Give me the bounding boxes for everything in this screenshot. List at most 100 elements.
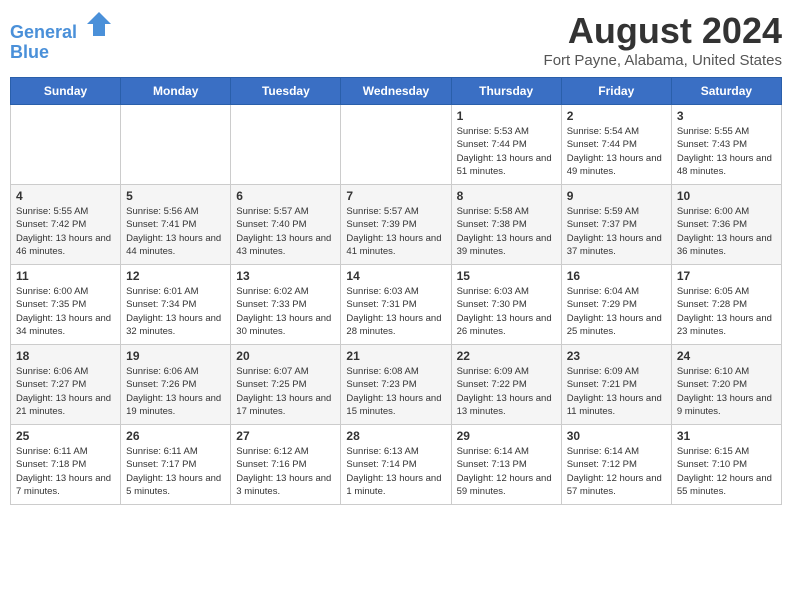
- day-cell: [11, 105, 121, 185]
- day-number: 5: [126, 189, 225, 203]
- day-number: 27: [236, 429, 335, 443]
- day-number: 22: [457, 349, 556, 363]
- day-number: 25: [16, 429, 115, 443]
- day-header-thursday: Thursday: [451, 78, 561, 105]
- day-info: Sunrise: 6:12 AM Sunset: 7:16 PM Dayligh…: [236, 445, 335, 498]
- day-header-sunday: Sunday: [11, 78, 121, 105]
- day-info: Sunrise: 6:09 AM Sunset: 7:21 PM Dayligh…: [567, 365, 666, 418]
- day-number: 1: [457, 109, 556, 123]
- day-info: Sunrise: 6:14 AM Sunset: 7:13 PM Dayligh…: [457, 445, 556, 498]
- day-info: Sunrise: 6:11 AM Sunset: 7:17 PM Dayligh…: [126, 445, 225, 498]
- day-number: 24: [677, 349, 776, 363]
- day-info: Sunrise: 6:05 AM Sunset: 7:28 PM Dayligh…: [677, 285, 776, 338]
- page-header: General Blue August 2024 Fort Payne, Ala…: [10, 10, 782, 69]
- day-number: 15: [457, 269, 556, 283]
- day-number: 31: [677, 429, 776, 443]
- day-info: Sunrise: 5:57 AM Sunset: 7:40 PM Dayligh…: [236, 205, 335, 258]
- day-number: 16: [567, 269, 666, 283]
- day-cell: 23 Sunrise: 6:09 AM Sunset: 7:21 PM Dayli…: [561, 345, 671, 425]
- logo-blue: Blue: [10, 43, 113, 63]
- calendar-table: SundayMondayTuesdayWednesdayThursdayFrid…: [10, 77, 782, 505]
- day-info: Sunrise: 5:57 AM Sunset: 7:39 PM Dayligh…: [346, 205, 445, 258]
- week-row-2: 11 Sunrise: 6:00 AM Sunset: 7:35 PM Dayli…: [11, 265, 782, 345]
- day-info: Sunrise: 6:08 AM Sunset: 7:23 PM Dayligh…: [346, 365, 445, 418]
- day-info: Sunrise: 6:11 AM Sunset: 7:18 PM Dayligh…: [16, 445, 115, 498]
- day-info: Sunrise: 6:00 AM Sunset: 7:36 PM Dayligh…: [677, 205, 776, 258]
- day-cell: 16 Sunrise: 6:04 AM Sunset: 7:29 PM Dayli…: [561, 265, 671, 345]
- day-number: 26: [126, 429, 225, 443]
- day-cell: 5Sunrise: 5:56 AM Sunset: 7:41 PM Daylig…: [121, 185, 231, 265]
- day-cell: 21Sunrise: 6:08 AM Sunset: 7:23 PM Dayli…: [341, 345, 451, 425]
- day-header-tuesday: Tuesday: [231, 78, 341, 105]
- day-header-monday: Monday: [121, 78, 231, 105]
- day-info: Sunrise: 6:02 AM Sunset: 7:33 PM Dayligh…: [236, 285, 335, 338]
- week-row-4: 25 Sunrise: 6:11 AM Sunset: 7:18 PM Dayli…: [11, 425, 782, 505]
- day-header-wednesday: Wednesday: [341, 78, 451, 105]
- day-number: 11: [16, 269, 115, 283]
- day-info: Sunrise: 6:04 AM Sunset: 7:29 PM Dayligh…: [567, 285, 666, 338]
- week-row-1: 4Sunrise: 5:55 AM Sunset: 7:42 PM Daylig…: [11, 185, 782, 265]
- logo: General Blue: [10, 10, 113, 63]
- day-info: Sunrise: 5:59 AM Sunset: 7:37 PM Dayligh…: [567, 205, 666, 258]
- day-number: 13: [236, 269, 335, 283]
- day-cell: 2 Sunrise: 5:54 AM Sunset: 7:44 PM Daylig…: [561, 105, 671, 185]
- day-number: 6: [236, 189, 335, 203]
- day-info: Sunrise: 6:03 AM Sunset: 7:31 PM Dayligh…: [346, 285, 445, 338]
- day-info: Sunrise: 5:54 AM Sunset: 7:44 PM Dayligh…: [567, 125, 666, 178]
- day-info: Sunrise: 6:09 AM Sunset: 7:22 PM Dayligh…: [457, 365, 556, 418]
- day-number: 9: [567, 189, 666, 203]
- day-cell: 20 Sunrise: 6:07 AM Sunset: 7:25 PM Dayli…: [231, 345, 341, 425]
- week-row-3: 18 Sunrise: 6:06 AM Sunset: 7:27 PM Dayli…: [11, 345, 782, 425]
- day-cell: 17 Sunrise: 6:05 AM Sunset: 7:28 PM Dayli…: [671, 265, 781, 345]
- day-number: 18: [16, 349, 115, 363]
- day-info: Sunrise: 6:14 AM Sunset: 7:12 PM Dayligh…: [567, 445, 666, 498]
- day-cell: 14Sunrise: 6:03 AM Sunset: 7:31 PM Dayli…: [341, 265, 451, 345]
- day-info: Sunrise: 6:15 AM Sunset: 7:10 PM Dayligh…: [677, 445, 776, 498]
- day-info: Sunrise: 6:07 AM Sunset: 7:25 PM Dayligh…: [236, 365, 335, 418]
- day-cell: 3Sunrise: 5:55 AM Sunset: 7:43 PM Daylig…: [671, 105, 781, 185]
- day-cell: 27 Sunrise: 6:12 AM Sunset: 7:16 PM Dayli…: [231, 425, 341, 505]
- day-cell: 25 Sunrise: 6:11 AM Sunset: 7:18 PM Dayli…: [11, 425, 121, 505]
- calendar-body: 1 Sunrise: 5:53 AM Sunset: 7:44 PM Daylig…: [11, 105, 782, 505]
- title-section: August 2024 Fort Payne, Alabama, United …: [544, 10, 782, 69]
- day-cell: 15Sunrise: 6:03 AM Sunset: 7:30 PM Dayli…: [451, 265, 561, 345]
- day-number: 23: [567, 349, 666, 363]
- day-info: Sunrise: 6:10 AM Sunset: 7:20 PM Dayligh…: [677, 365, 776, 418]
- day-info: Sunrise: 5:53 AM Sunset: 7:44 PM Dayligh…: [457, 125, 556, 178]
- day-header-saturday: Saturday: [671, 78, 781, 105]
- day-number: 28: [346, 429, 445, 443]
- day-cell: 1 Sunrise: 5:53 AM Sunset: 7:44 PM Daylig…: [451, 105, 561, 185]
- day-cell: 19 Sunrise: 6:06 AM Sunset: 7:26 PM Dayli…: [121, 345, 231, 425]
- day-number: 20: [236, 349, 335, 363]
- day-cell: 18 Sunrise: 6:06 AM Sunset: 7:27 PM Dayli…: [11, 345, 121, 425]
- calendar-header: SundayMondayTuesdayWednesdayThursdayFrid…: [11, 78, 782, 105]
- day-cell: 26 Sunrise: 6:11 AM Sunset: 7:17 PM Dayli…: [121, 425, 231, 505]
- day-info: Sunrise: 6:01 AM Sunset: 7:34 PM Dayligh…: [126, 285, 225, 338]
- day-number: 12: [126, 269, 225, 283]
- day-number: 10: [677, 189, 776, 203]
- day-number: 2: [567, 109, 666, 123]
- logo-icon: [85, 10, 113, 38]
- day-cell: 29 Sunrise: 6:14 AM Sunset: 7:13 PM Dayli…: [451, 425, 561, 505]
- day-number: 29: [457, 429, 556, 443]
- day-cell: 13 Sunrise: 6:02 AM Sunset: 7:33 PM Dayli…: [231, 265, 341, 345]
- day-info: Sunrise: 6:06 AM Sunset: 7:26 PM Dayligh…: [126, 365, 225, 418]
- day-number: 4: [16, 189, 115, 203]
- day-number: 7: [346, 189, 445, 203]
- day-cell: 7 Sunrise: 5:57 AM Sunset: 7:39 PM Daylig…: [341, 185, 451, 265]
- day-number: 8: [457, 189, 556, 203]
- day-cell: 4Sunrise: 5:55 AM Sunset: 7:42 PM Daylig…: [11, 185, 121, 265]
- week-row-0: 1 Sunrise: 5:53 AM Sunset: 7:44 PM Daylig…: [11, 105, 782, 185]
- day-number: 17: [677, 269, 776, 283]
- day-cell: 9 Sunrise: 5:59 AM Sunset: 7:37 PM Daylig…: [561, 185, 671, 265]
- header-row: SundayMondayTuesdayWednesdayThursdayFrid…: [11, 78, 782, 105]
- day-cell: 24 Sunrise: 6:10 AM Sunset: 7:20 PM Dayli…: [671, 345, 781, 425]
- day-cell: 30Sunrise: 6:14 AM Sunset: 7:12 PM Dayli…: [561, 425, 671, 505]
- day-number: 19: [126, 349, 225, 363]
- day-info: Sunrise: 5:58 AM Sunset: 7:38 PM Dayligh…: [457, 205, 556, 258]
- day-info: Sunrise: 6:06 AM Sunset: 7:27 PM Dayligh…: [16, 365, 115, 418]
- day-info: Sunrise: 6:00 AM Sunset: 7:35 PM Dayligh…: [16, 285, 115, 338]
- day-cell: 8 Sunrise: 5:58 AM Sunset: 7:38 PM Daylig…: [451, 185, 561, 265]
- day-cell: 28 Sunrise: 6:13 AM Sunset: 7:14 PM Dayli…: [341, 425, 451, 505]
- day-info: Sunrise: 6:13 AM Sunset: 7:14 PM Dayligh…: [346, 445, 445, 498]
